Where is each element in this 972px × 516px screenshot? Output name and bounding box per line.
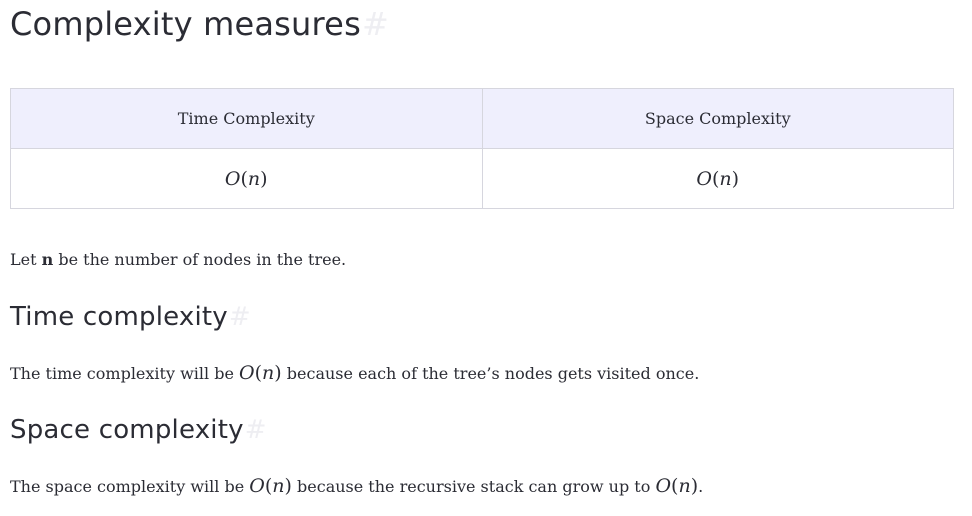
math-variable: n [262,362,275,384]
paragraph-text: because the recursive stack can grow up … [291,477,656,496]
section-heading-time: Time complexity# [10,300,251,334]
math-expression: O(n) [249,475,292,497]
math-expression: O(n) [655,475,699,497]
column-header-time: Time Complexity [10,88,483,149]
cell-space-complexity: O(n) [481,148,954,209]
page-title-text: Complexity measures [10,5,361,43]
section-heading-text: Space complexity [10,415,244,445]
math-function: O [655,475,672,497]
math-expression: O(n) [696,167,740,190]
intro-paragraph: Let n be the number of nodes in the tree… [10,247,346,273]
section-heading-space: Space complexity# [10,413,267,447]
complexity-table: Time Complexity Space Complexity O(n) O(… [10,88,954,209]
time-complexity-paragraph: The time complexity will be O(n) because… [10,360,699,387]
math-function: O [239,362,255,384]
heading-anchor-link[interactable]: # [245,415,267,445]
column-header-space: Space Complexity [481,88,954,149]
section-heading-text: Time complexity [10,302,228,332]
math-variable: n [719,167,732,190]
math-function: O [249,475,265,497]
intro-variable: n [41,250,54,269]
math-expression: O(n) [224,167,268,190]
page-title: Complexity measures# [10,4,389,44]
intro-text: Let [10,250,42,269]
heading-anchor-link[interactable]: # [229,302,251,332]
table-row: O(n) O(n) [10,148,954,209]
math-expression: O(n) [239,362,282,384]
math-variable: n [247,167,261,190]
math-variable: n [678,475,691,497]
table-header-row: Time Complexity Space Complexity [10,88,954,149]
paragraph-text: The time complexity will be [10,364,240,383]
paragraph-text: because each of the tree’s nodes gets vi… [281,364,700,383]
heading-anchor-link[interactable]: # [362,5,389,43]
math-variable: n [272,475,285,497]
paragraph-text: The space complexity will be [10,477,250,496]
space-complexity-paragraph: The space complexity will be O(n) becaus… [10,473,703,500]
paragraph-text: . [698,477,704,496]
intro-text-rest: be the number of nodes in the tree. [53,250,347,269]
cell-time-complexity: O(n) [10,148,483,209]
math-function: O [696,167,712,190]
math-function: O [224,167,241,190]
